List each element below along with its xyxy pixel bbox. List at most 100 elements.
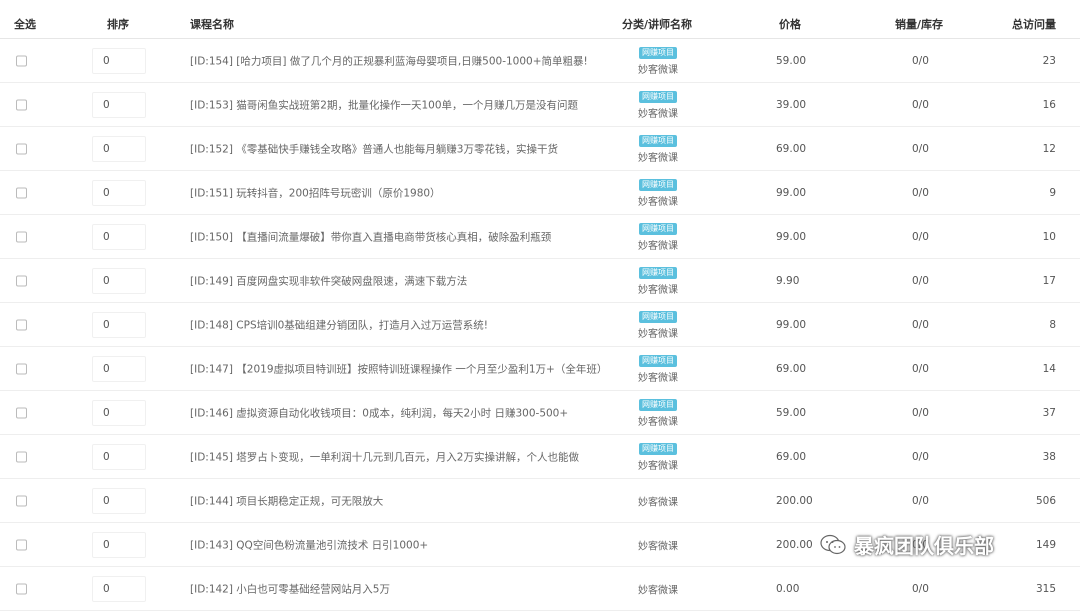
course-name[interactable]: [ID:149] 百度网盘实现非软件突破网盘限速，满速下载方法 bbox=[190, 273, 467, 288]
course-name[interactable]: [ID:146] 虚拟资源自动化收钱项目：0成本，纯利润，每天2小时 日赚300… bbox=[190, 405, 568, 420]
course-name[interactable]: [ID:145] 塔罗占卜变现，一单利润十几元到几百元，月入2万实操讲解，个人也… bbox=[190, 449, 579, 464]
table-row: 0 [ID:146] 虚拟资源自动化收钱项目：0成本，纯利润，每天2小时 日赚3… bbox=[0, 391, 1080, 435]
teacher-name: 妙客微课 bbox=[638, 416, 678, 428]
visits-value: 10 bbox=[1042, 230, 1056, 243]
sales-stock-value: 0/0 bbox=[912, 582, 929, 595]
sales-stock-value: 0/0 bbox=[912, 362, 929, 375]
row-checkbox[interactable] bbox=[16, 407, 27, 418]
price-value: 39.00 bbox=[776, 98, 807, 111]
row-checkbox[interactable] bbox=[16, 451, 27, 462]
select-all-header[interactable]: 全选 bbox=[14, 16, 36, 32]
row-checkbox[interactable] bbox=[16, 55, 27, 66]
visits-value: 315 bbox=[1035, 582, 1056, 595]
sort-input[interactable] bbox=[92, 267, 146, 294]
sort-input[interactable] bbox=[92, 47, 146, 74]
price-value: 200.00 bbox=[776, 538, 813, 551]
sort-input[interactable] bbox=[92, 311, 146, 338]
price-value: 99.00 bbox=[776, 318, 807, 331]
sort-input[interactable] bbox=[92, 487, 146, 514]
sort-input[interactable] bbox=[92, 223, 146, 250]
visits-value: 9 bbox=[1049, 186, 1056, 199]
row-checkbox[interactable] bbox=[16, 231, 27, 242]
table-row: 0 [ID:153] 猫哥闲鱼实战班第2期，批量化操作一天100单，一个月赚几万… bbox=[0, 83, 1080, 127]
row-checkbox[interactable] bbox=[16, 275, 27, 286]
sales-stock-value: 0/0 bbox=[912, 274, 929, 287]
course-name[interactable]: [ID:150] 【直播间流量爆破】带你直入直播电商带货核心真相，破除盈利瓶颈 bbox=[190, 229, 551, 244]
sort-value: 0 bbox=[103, 230, 110, 243]
course-name[interactable]: [ID:152] 《零基础快手赚钱全攻略》普通人也能每月躺赚3万零花钱，实操干货 bbox=[190, 141, 558, 156]
row-checkbox[interactable] bbox=[16, 187, 27, 198]
sort-value: 0 bbox=[103, 98, 110, 111]
category-cell: 网赚项目 妙客微课 bbox=[636, 398, 680, 428]
sort-input[interactable] bbox=[92, 443, 146, 470]
table-row: 0 [ID:144] 项目长期稳定正规，可无限放大 妙客微课 200.00 0/… bbox=[0, 479, 1080, 523]
row-checkbox[interactable] bbox=[16, 99, 27, 110]
sales-stock-value: 0/0 bbox=[912, 450, 929, 463]
watermark-text: 暴疯团队俱乐部 bbox=[854, 534, 994, 558]
visits-value: 23 bbox=[1042, 54, 1056, 67]
sales-stock-value: 0/0 bbox=[912, 406, 929, 419]
sort-input[interactable] bbox=[92, 531, 146, 558]
sort-value: 0 bbox=[103, 406, 110, 419]
row-checkbox[interactable] bbox=[16, 363, 27, 374]
table-row: 0 [ID:148] CPS培训0基础组建分销团队，打造月入过万运营系统! 网赚… bbox=[0, 303, 1080, 347]
course-name[interactable]: [ID:144] 项目长期稳定正规，可无限放大 bbox=[190, 493, 383, 508]
sort-header[interactable]: 排序 bbox=[107, 16, 129, 32]
sales-stock-header[interactable]: 销量/库存 bbox=[895, 16, 943, 32]
course-name[interactable]: [ID:143] QQ空间色粉流量池引流技术 日引1000+ bbox=[190, 537, 428, 552]
wechat-icon bbox=[820, 534, 846, 554]
course-name[interactable]: [ID:148] CPS培训0基础组建分销团队，打造月入过万运营系统! bbox=[190, 317, 488, 332]
row-checkbox[interactable] bbox=[16, 583, 27, 594]
teacher-name: 妙客微课 bbox=[638, 372, 678, 384]
course-name[interactable]: [ID:153] 猫哥闲鱼实战班第2期，批量化操作一天100单，一个月赚几万是没… bbox=[190, 97, 578, 112]
sort-value: 0 bbox=[103, 494, 110, 507]
row-checkbox[interactable] bbox=[16, 495, 27, 506]
row-checkbox[interactable] bbox=[16, 143, 27, 154]
teacher-name: 妙客微课 bbox=[638, 196, 678, 208]
sort-value: 0 bbox=[103, 186, 110, 199]
course-name-header: 课程名称 bbox=[190, 18, 234, 31]
category-header: 分类/讲师名称 bbox=[622, 18, 693, 31]
table-header: 全选 排序 课程名称 分类/讲师名称 价格 销量/库存 总访问量 bbox=[0, 0, 1080, 39]
sort-input[interactable] bbox=[92, 355, 146, 382]
row-checkbox[interactable] bbox=[16, 539, 27, 550]
teacher-name: 妙客微课 bbox=[638, 108, 678, 120]
category-tag: 网赚项目 bbox=[639, 134, 677, 147]
course-name[interactable]: [ID:151] 玩转抖音，200招阵号玩密训（原价1980） bbox=[190, 185, 441, 200]
sales-stock-value: 0/0 bbox=[912, 186, 929, 199]
sort-input[interactable] bbox=[92, 91, 146, 118]
category-cell: 网赚项目 妙客微课 bbox=[636, 442, 680, 472]
teacher-name: 妙客微课 bbox=[638, 240, 678, 252]
course-name[interactable]: [ID:154] [哈力项目] 做了几个月的正规暴利蓝海母婴项目,日赚500-1… bbox=[190, 53, 588, 68]
category-tag: 网赚项目 bbox=[639, 266, 677, 279]
category-cell: 网赚项目 妙客微课 bbox=[636, 134, 680, 164]
category-cell: 网赚项目 妙客微课 bbox=[636, 222, 680, 252]
sort-input[interactable] bbox=[92, 575, 146, 602]
sort-value: 0 bbox=[103, 54, 110, 67]
row-checkbox[interactable] bbox=[16, 319, 27, 330]
visits-value: 12 bbox=[1042, 142, 1056, 155]
teacher-name: 妙客微课 bbox=[638, 541, 678, 552]
sort-input[interactable] bbox=[92, 135, 146, 162]
course-table: 全选 排序 课程名称 分类/讲师名称 价格 销量/库存 总访问量 0 [ID:1… bbox=[0, 0, 1080, 611]
teacher-name: 妙客微课 bbox=[638, 64, 678, 76]
category-tag: 网赚项目 bbox=[639, 354, 677, 367]
sales-stock-value: 0/0 bbox=[912, 54, 929, 67]
category-tag: 网赚项目 bbox=[639, 310, 677, 323]
sort-value: 0 bbox=[103, 450, 110, 463]
total-visits-header[interactable]: 总访问量 bbox=[1012, 16, 1056, 32]
sort-input[interactable] bbox=[92, 399, 146, 426]
table-row: 0 [ID:151] 玩转抖音，200招阵号玩密训（原价1980） 网赚项目 妙… bbox=[0, 171, 1080, 215]
price-header[interactable]: 价格 bbox=[779, 16, 801, 32]
price-value: 99.00 bbox=[776, 186, 807, 199]
sort-input[interactable] bbox=[92, 179, 146, 206]
visits-value: 37 bbox=[1042, 406, 1056, 419]
course-name[interactable]: [ID:147] 【2019虚拟项目特训班】按照特训班课程操作 一个月至少盈利1… bbox=[190, 361, 607, 376]
category-cell: 网赚项目 妙客微课 bbox=[636, 46, 680, 76]
course-name[interactable]: [ID:142] 小白也可零基础经营网站月入5万 bbox=[190, 581, 390, 596]
visits-value: 14 bbox=[1042, 362, 1056, 375]
sales-stock-value: 0/0 bbox=[912, 142, 929, 155]
table-row: 0 [ID:152] 《零基础快手赚钱全攻略》普通人也能每月躺赚3万零花钱，实操… bbox=[0, 127, 1080, 171]
teacher-name: 妙客微课 bbox=[638, 284, 678, 296]
visits-value: 8 bbox=[1049, 318, 1056, 331]
